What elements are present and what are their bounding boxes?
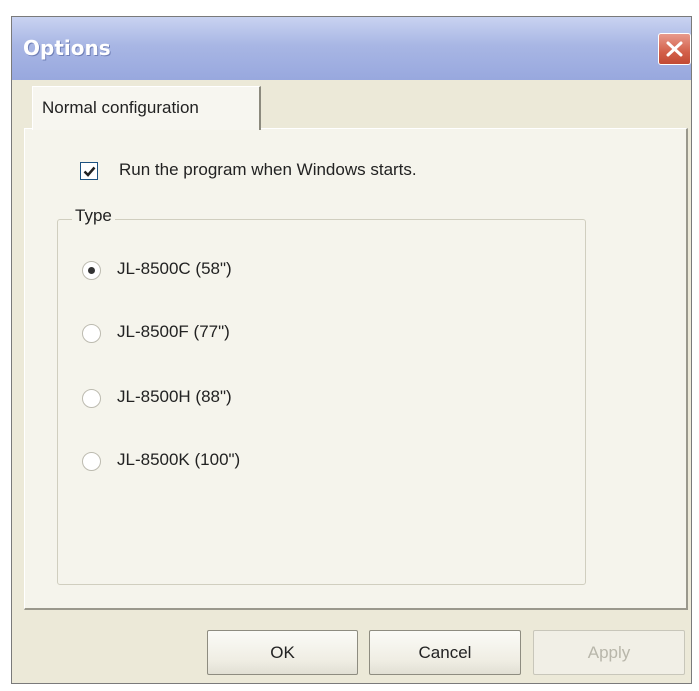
- tab-normal-configuration[interactable]: Normal configuration: [32, 86, 261, 130]
- checkbox-box[interactable]: [80, 162, 98, 180]
- ok-button[interactable]: OK: [207, 630, 358, 675]
- radio-button[interactable]: [82, 389, 101, 408]
- title-bar[interactable]: Options: [12, 17, 691, 80]
- radio-label: JL-8500H (88"): [117, 387, 232, 406]
- close-icon: [666, 41, 683, 57]
- window-title: Options: [23, 36, 111, 60]
- apply-button[interactable]: Apply: [533, 630, 685, 675]
- radio-button[interactable]: [82, 261, 101, 280]
- radio-button[interactable]: [82, 452, 101, 471]
- radio-label: JL-8500F (77"): [117, 322, 230, 341]
- checkmark-icon: [83, 166, 96, 177]
- radio-label: JL-8500C (58"): [117, 259, 232, 278]
- cancel-button[interactable]: Cancel: [369, 630, 521, 675]
- radio-button[interactable]: [82, 324, 101, 343]
- radio-label: JL-8500K (100"): [117, 450, 241, 469]
- radio-selected-dot: [88, 267, 95, 274]
- close-button[interactable]: [658, 33, 691, 65]
- tab-label: Normal configuration: [42, 98, 199, 117]
- checkbox-label: Run the program when Windows starts.: [119, 160, 417, 179]
- groupbox-legend: Type: [72, 206, 115, 226]
